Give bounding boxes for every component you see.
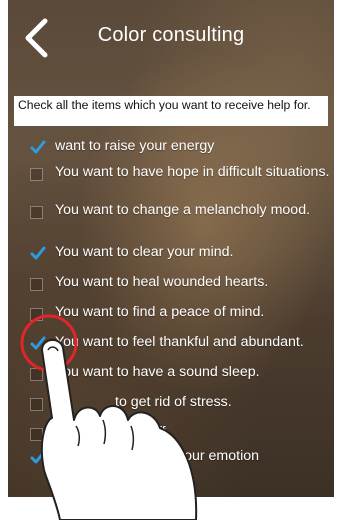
app-screen: Color consulting Check all the items whi… <box>8 0 334 497</box>
option-change-melancholy[interactable]: You want to change a melancholy mood. <box>30 202 330 219</box>
checkbox-checked[interactable] <box>30 246 46 261</box>
option-label: You want to find a peace of mind. <box>55 304 265 320</box>
option-thankful-abundant[interactable]: You want to feel thankful and abundant. <box>30 334 330 351</box>
checkbox[interactable] <box>30 368 43 381</box>
option-clear-mind[interactable]: You want to clear your mind. <box>30 244 330 261</box>
option-label: You want to clear your mind. <box>55 244 234 260</box>
checkbox-checked[interactable] <box>30 140 46 155</box>
checkmark-icon <box>30 336 46 350</box>
option-label: You want to have hope in difficult situa… <box>55 164 330 180</box>
option-heal-hearts[interactable]: You want to heal wounded hearts. <box>30 274 330 291</box>
option-partial-emotion[interactable]: your emotion <box>30 448 330 465</box>
checkbox[interactable] <box>30 398 43 411</box>
option-label: off. <box>150 424 170 440</box>
checkmark-icon <box>30 450 46 464</box>
page-title: Color consulting <box>97 24 245 46</box>
option-hope-difficult[interactable]: You want to have hope in difficult situa… <box>30 164 330 181</box>
option-sound-sleep[interactable]: You want to have a sound sleep. <box>30 364 330 381</box>
checkmark-icon <box>30 246 46 260</box>
option-label: want to raise your energy <box>55 138 215 154</box>
checkbox[interactable] <box>30 308 43 321</box>
option-raise-energy[interactable]: want to raise your energy <box>30 138 330 155</box>
option-label: to get rid of stress. <box>115 394 232 410</box>
checkbox-checked[interactable] <box>30 450 46 465</box>
option-label: You want to heal wounded hearts. <box>55 274 269 290</box>
option-rid-of-stress[interactable]: to get rid of stress. <box>30 394 330 411</box>
option-label: You want to have a sound sleep. <box>55 364 260 380</box>
option-partial-off[interactable]: off. <box>30 424 330 441</box>
option-label: You want to change a melancholy mood. <box>55 202 311 218</box>
option-label: your emotion <box>177 448 260 464</box>
checkbox[interactable] <box>30 278 43 291</box>
checkbox[interactable] <box>30 428 43 441</box>
option-peace-of-mind[interactable]: You want to find a peace of mind. <box>30 304 330 321</box>
checkbox[interactable] <box>30 168 43 181</box>
option-label: You want to feel thankful and abundant. <box>55 334 304 350</box>
instruction-text: Check all the items which you want to re… <box>14 96 328 126</box>
header: Color consulting <box>8 0 334 80</box>
checkbox-checked[interactable] <box>30 336 46 351</box>
checkmark-icon <box>30 140 46 154</box>
checkbox[interactable] <box>30 206 43 219</box>
